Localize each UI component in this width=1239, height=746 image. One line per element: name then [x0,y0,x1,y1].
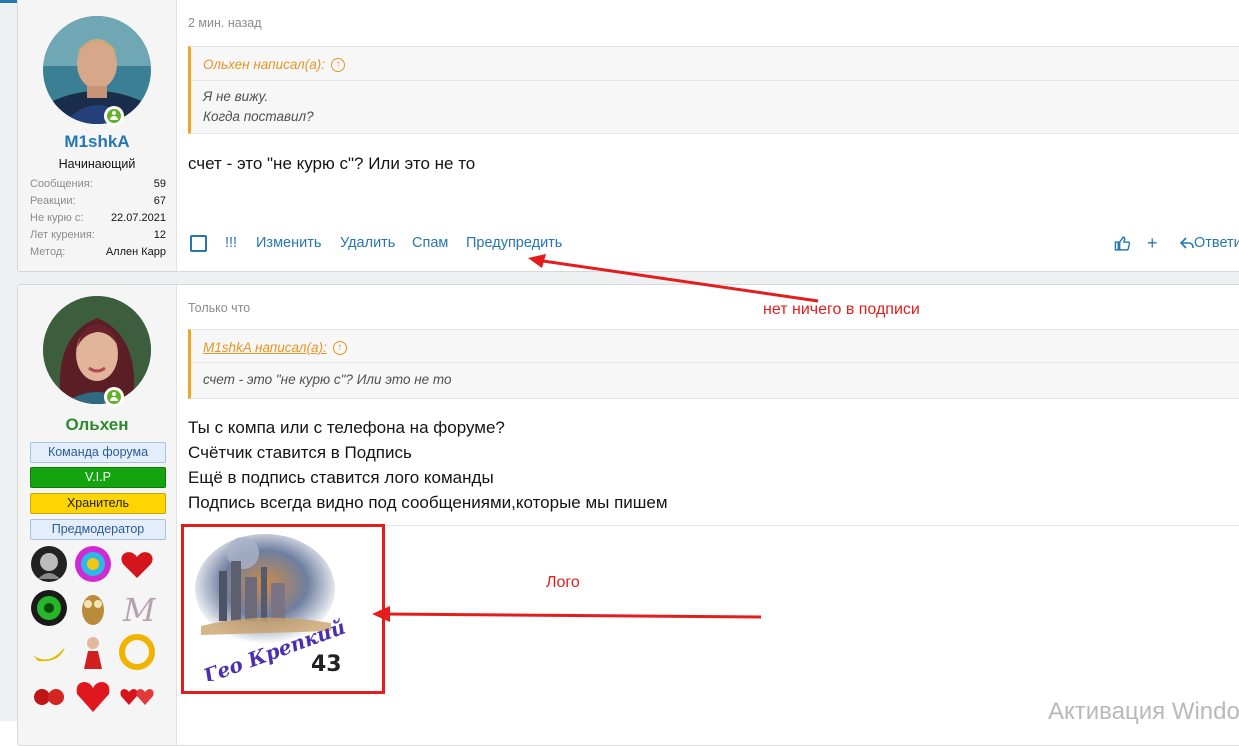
user-cell: Ольхен Команда форума V.I.P Хранитель Пр… [18,285,177,745]
username-link[interactable]: Ольхен [18,415,176,435]
edit-button[interactable]: Изменить [256,232,321,254]
trophy-girl-icon[interactable] [74,633,112,671]
report-button[interactable]: !!! [225,232,237,254]
annotation-arrow-logo [372,606,762,622]
badge-team: Команда форума [30,442,166,463]
delete-button[interactable]: Удалить [340,232,395,254]
message-text: счет - это "не курю с"? Или это не то [188,154,476,173]
stat-row: Сообщения: 59 [30,178,166,190]
trophy-monogram-icon[interactable]: M [118,589,156,627]
arrow-up-circle-icon[interactable]: ↑ [332,340,347,355]
trophy-eye-icon[interactable] [30,589,68,627]
message-text: Ты с компа или с телефона на форуме? Счё… [188,418,668,512]
stat-row: Не курю с: 22.07.2021 [30,212,166,224]
trophy-banana-icon[interactable] [30,633,68,671]
quote-divider [191,80,1239,81]
quote-text: Я не вижу. Когда поставил? [203,89,314,124]
trophy-owl-icon[interactable] [74,589,112,627]
trophy-ring-icon[interactable] [118,633,156,671]
post-time[interactable]: 2 мин. назад [188,16,262,30]
badge-keeper: Хранитель [30,493,166,514]
trophy-portrait-icon[interactable] [30,545,68,583]
quote-divider [191,362,1239,363]
online-status-icon [104,387,124,407]
annotation-logo-box [181,524,385,694]
trophy-heart-icon[interactable] [118,545,156,583]
quote-header[interactable]: M1shkA написал(а): ↑ [203,340,347,355]
quote-header[interactable]: Ольхен написал(а): ↑ [203,57,346,72]
like-icon[interactable] [1114,232,1131,254]
post-content: 2 мин. назад Ольхен написал(а): ↑ Я не ви… [188,0,1239,271]
online-status-icon [104,106,124,126]
annotation-logo: Лого [546,574,580,591]
stat-row: Лет курения: 12 [30,229,166,241]
windows-activation-watermark: Активация Windows [1048,698,1239,725]
trophy-roses-icon[interactable] [30,677,68,715]
reply-button[interactable]: Ответить [1179,232,1239,254]
trophy-two-hearts-icon[interactable] [118,677,156,715]
user-title: Начинающий [58,157,136,171]
quote-block: M1shkA написал(а): ↑ счет - это "не курю … [188,329,1239,399]
annotation-arrow-signature [528,254,819,303]
multiquote-plus-button[interactable]: + [1147,232,1158,254]
avatar-m1shka[interactable] [43,16,151,124]
quote-text: счет - это "не курю с"? Или это не то [203,372,452,387]
quote-block: Ольхен написал(а): ↑ Я не вижу. Когда пос… [188,46,1239,134]
select-checkbox[interactable] [190,235,207,252]
arrow-up-circle-icon[interactable]: ↑ [331,57,346,72]
user-cell: M1shkA Начинающий Сообщения: 59 Реакции: 6… [18,0,177,271]
svg-text:M: M [122,591,156,627]
post-time[interactable]: Только что [188,301,250,315]
trophy-ruby-heart-icon[interactable] [74,677,112,715]
badge-moderator: Предмодератор [30,519,166,540]
spam-button[interactable]: Спам [412,232,448,254]
reply-arrow-icon [1179,237,1194,249]
stat-row: Метод: Аллен Карр [30,246,166,258]
badge-vip: V.I.P [30,467,166,488]
post-m1shka: M1shkA Начинающий Сообщения: 59 Реакции: 6… [17,0,1239,272]
trophy-colorful-icon[interactable] [74,545,112,583]
username-link[interactable]: M1shkA [18,132,176,152]
avatar-olhen[interactable] [43,296,151,404]
user-stats: Сообщения: 59 Реакции: 67 Не курю с: 22.07.… [30,176,166,261]
stat-row: Реакции: 67 [30,195,166,207]
thread-page: M1shkA Начинающий Сообщения: 59 Реакции: 6… [0,0,1239,746]
annotation-no-signature: нет ничего в подписи [763,301,920,318]
